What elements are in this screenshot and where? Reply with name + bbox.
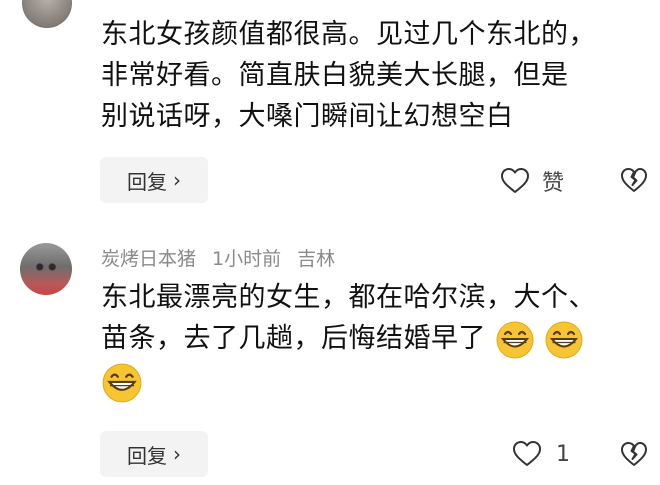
avatar[interactable] [20, 243, 72, 295]
grinning-face-emoji [102, 363, 142, 403]
broken-heart-icon [621, 168, 647, 192]
avatar[interactable] [22, 0, 72, 28]
chevron-right-icon: › [173, 168, 181, 192]
grinning-face-emoji [545, 321, 583, 358]
comment-line: 东北最漂亮的女生，都在哈尔滨，大个、 [101, 282, 596, 313]
chevron-right-icon: › [173, 442, 181, 466]
like-count: 1 [556, 441, 570, 467]
like-button[interactable]: 1 [512, 440, 570, 468]
comment-text: 东北女孩颜值都很高。见过几个东北的， 非常好看。简直肤白貌美大长腿，但是 别说话… [101, 14, 646, 137]
comment-text: 东北最漂亮的女生，都在哈尔滨，大个、 苗条，去了几趟，后悔结婚早了 [101, 277, 646, 404]
comment-line: 非常好看。简直肤白貌美大长腿，但是 [101, 60, 569, 91]
reply-button[interactable]: 回复 › [100, 431, 208, 477]
comment-meta: 炭烤日本猪 1小时前 吉林 [101, 244, 335, 271]
like-label: 赞 [542, 171, 565, 196]
like-button[interactable]: 赞 [500, 165, 564, 197]
heart-outline-icon [501, 168, 529, 193]
comment-line: 别说话呀，大嗓门瞬间让幻想空白 [101, 101, 514, 132]
comment-line: 东北女孩颜值都很高。见过几个东北的， [101, 19, 596, 50]
reply-button[interactable]: 回复 › [100, 157, 208, 203]
comment-line-text: 苗条，去了几趟，后悔结婚早了 [101, 323, 486, 354]
reply-label: 回复 [127, 443, 167, 468]
comment-line: 苗条，去了几趟，后悔结婚早了 [101, 318, 646, 360]
dislike-button[interactable] [620, 441, 648, 467]
dislike-button[interactable] [620, 167, 648, 193]
broken-heart-icon [621, 442, 647, 466]
reply-label: 回复 [127, 169, 167, 194]
username[interactable]: 炭烤日本猪 [101, 244, 196, 271]
heart-outline-icon [513, 441, 541, 466]
grinning-face-emoji [496, 321, 534, 358]
location: 吉林 [297, 248, 336, 270]
timestamp: 1小时前 [212, 248, 282, 270]
comment-line [101, 362, 646, 405]
